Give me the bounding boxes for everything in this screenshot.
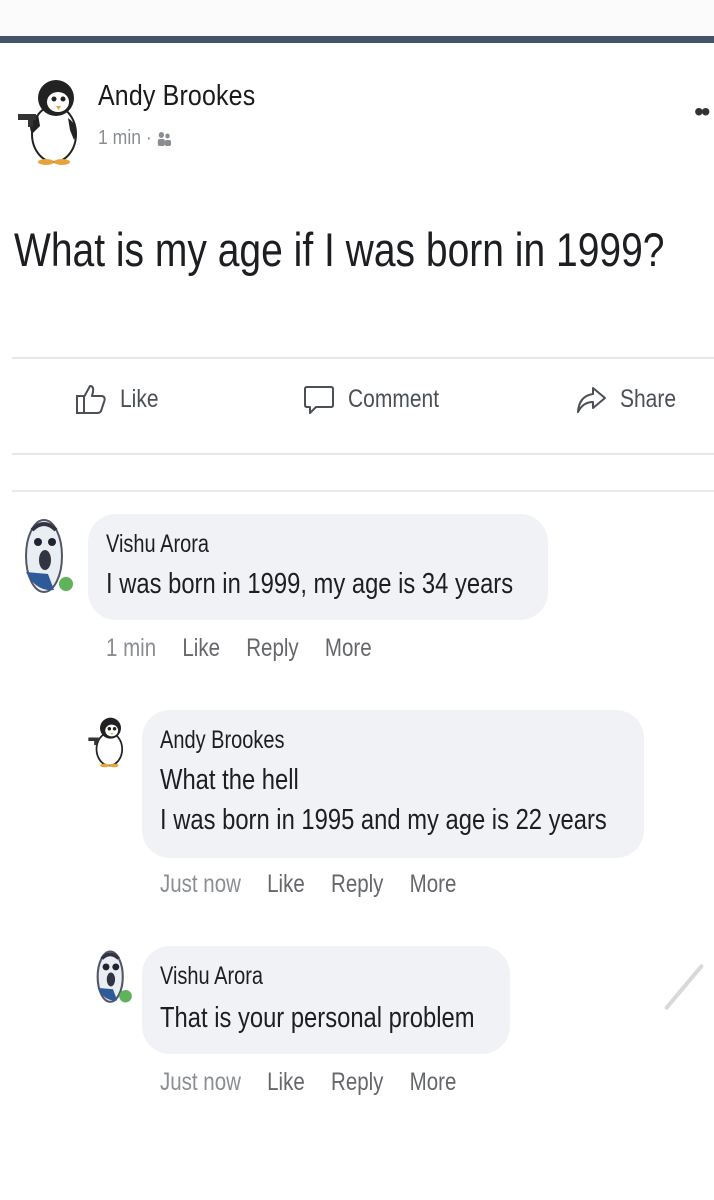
thumbs-up-icon	[76, 385, 106, 414]
comment-like-link[interactable]: Like	[267, 870, 305, 899]
comment-author[interactable]: Andy Brookes	[160, 726, 285, 755]
post-timestamp[interactable]: 1 min ·	[98, 127, 152, 150]
scroll-indicator[interactable]	[663, 963, 705, 1011]
share-button[interactable]: Share	[574, 382, 687, 416]
comment-reply-link[interactable]: Reply	[331, 870, 383, 899]
comment-button[interactable]: Comment	[302, 382, 456, 416]
like-button[interactable]: Like	[74, 382, 166, 416]
comment-actions: Just now Like Reply More	[160, 1068, 483, 1097]
divider	[12, 357, 714, 359]
like-label: Like	[120, 384, 159, 413]
comment-like-link[interactable]: Like	[182, 634, 220, 663]
share-label: Share	[620, 384, 677, 413]
app-top-bar	[0, 0, 714, 36]
comment-text-line: I was born in 1995 and my age is 22 year…	[160, 804, 607, 836]
header-accent-bar	[0, 36, 714, 43]
comment-more-link[interactable]: More	[410, 870, 457, 899]
comment-more-link[interactable]: More	[410, 1068, 457, 1097]
comment-author[interactable]: Vishu Arora	[160, 962, 263, 991]
comment-label: Comment	[348, 384, 440, 413]
speech-bubble-icon	[304, 386, 334, 414]
penguin-avatar-icon[interactable]	[14, 74, 86, 166]
divider	[12, 453, 714, 455]
post-options-icon[interactable]: ••	[694, 96, 711, 128]
comment-time[interactable]: 1 min	[106, 634, 156, 663]
comment-time[interactable]: Just now	[160, 870, 241, 899]
share-arrow-icon	[577, 387, 606, 413]
post-meta: 1 min ·	[98, 127, 173, 150]
comment-author[interactable]: Vishu Arora	[106, 530, 209, 559]
post-text: What is my age if I was born in 1999?	[14, 223, 665, 276]
comment-text: I was born in 1999, my age is 34 years	[106, 568, 514, 600]
post-author-name[interactable]: Andy Brookes	[98, 80, 255, 113]
friends-icon	[157, 131, 172, 146]
scared-face-avatar-icon[interactable]	[18, 512, 78, 598]
penguin-avatar-icon[interactable]	[86, 714, 128, 768]
comment-time[interactable]: Just now	[160, 1068, 241, 1097]
online-status-dot	[119, 989, 132, 1003]
online-status-dot	[59, 577, 73, 591]
comment-text-line: What the hell	[160, 764, 299, 796]
scared-face-avatar-icon[interactable]	[92, 946, 134, 1006]
comment-actions: 1 min Like Reply More	[106, 634, 398, 663]
comment-like-link[interactable]: Like	[267, 1068, 305, 1097]
comment-more-link[interactable]: More	[325, 634, 372, 663]
comment-reply-link[interactable]: Reply	[331, 1068, 383, 1097]
comment-actions: Just now Like Reply More	[160, 870, 483, 899]
divider	[12, 490, 714, 492]
comment-text: That is your personal problem	[160, 1002, 475, 1034]
comment-reply-link[interactable]: Reply	[246, 634, 298, 663]
